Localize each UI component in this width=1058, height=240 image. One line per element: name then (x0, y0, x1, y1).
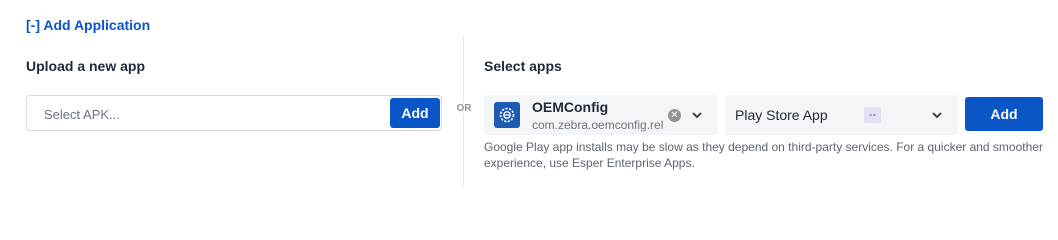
play-store-note: Google Play app installs may be slow as … (484, 140, 1043, 170)
x-circle-icon[interactable]: ✕ (668, 109, 681, 122)
store-type-select[interactable]: Play Store App -- (725, 95, 958, 135)
upload-add-button[interactable]: Add (390, 98, 440, 128)
upload-section-title: Upload a new app (26, 58, 146, 74)
store-type-value: Play Store App (735, 107, 828, 123)
oemconfig-app-icon (494, 102, 520, 128)
chevron-down-icon[interactable] (691, 110, 703, 120)
chevron-down-icon[interactable] (931, 110, 943, 120)
selected-app-name: OEMConfig (532, 99, 609, 115)
select-apps-title: Select apps (484, 58, 562, 74)
add-application-toggle[interactable]: [-] Add Application (26, 17, 150, 33)
select-apps-add-button[interactable]: Add (965, 97, 1043, 131)
selected-app-package: com.zebra.oemconfig.release (532, 118, 664, 132)
or-separator: OR (455, 103, 473, 114)
store-badge: -- (864, 107, 881, 123)
add-application-panel: [-] Add Application Upload a new app Add… (0, 0, 1058, 210)
apk-file-input[interactable] (27, 96, 406, 132)
apk-upload-field: Add (26, 95, 442, 132)
app-select-dropdown[interactable]: OEMConfig com.zebra.oemconfig.release ✕ (484, 95, 718, 135)
